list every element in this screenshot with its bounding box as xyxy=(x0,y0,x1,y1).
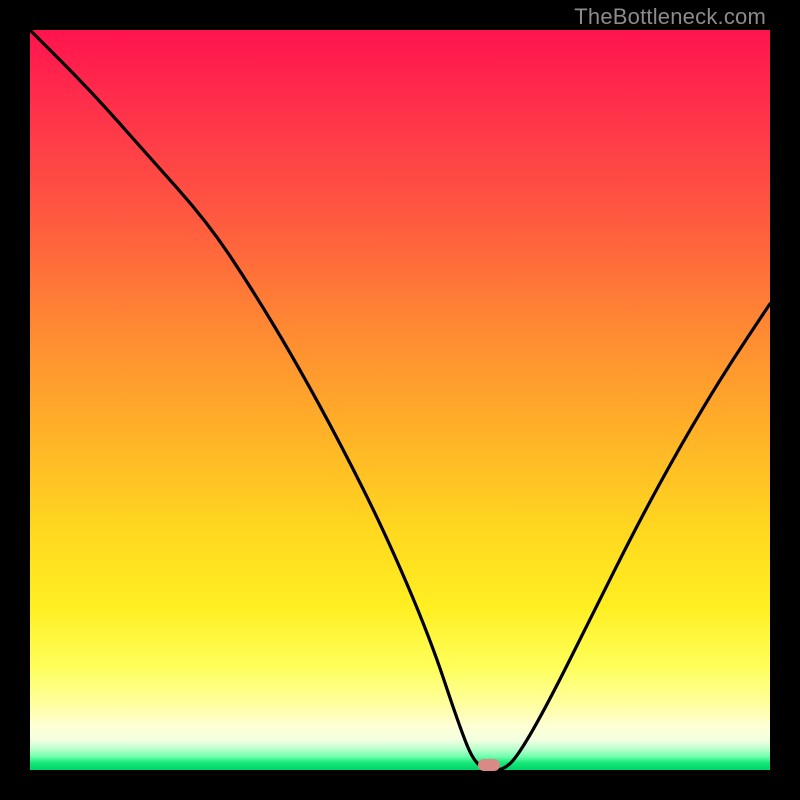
bottleneck-curve xyxy=(30,30,770,770)
watermark-text: TheBottleneck.com xyxy=(574,4,766,30)
optimum-marker xyxy=(478,759,500,771)
plot-area xyxy=(30,30,770,770)
chart-frame: TheBottleneck.com xyxy=(0,0,800,800)
